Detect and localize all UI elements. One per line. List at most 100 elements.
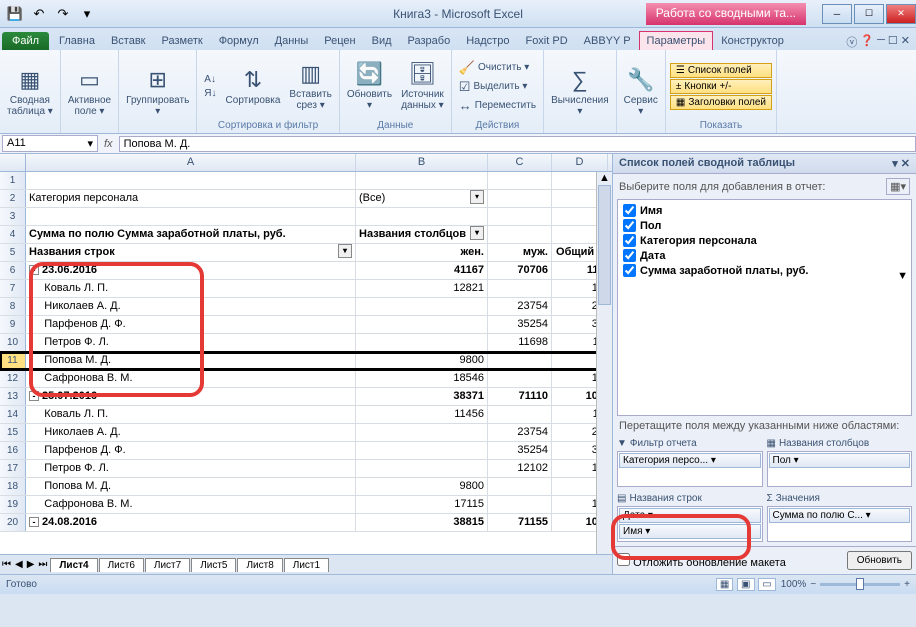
row-header[interactable]: 14	[0, 406, 26, 423]
name-box[interactable]: A11▾	[2, 135, 98, 152]
cell[interactable]: -24.08.2016	[26, 514, 356, 531]
chevron-down-icon[interactable]: ▾	[87, 137, 93, 150]
table-row[interactable]: 15 Николаев А. Д.2375423	[0, 424, 612, 442]
close-button[interactable]: ✕	[886, 4, 916, 24]
cell[interactable]	[488, 496, 552, 513]
cell[interactable]: 17115	[356, 496, 488, 513]
cell[interactable]: жен.	[356, 244, 488, 261]
cell[interactable]: 11456	[356, 406, 488, 423]
sheet-tab[interactable]: Лист6	[99, 558, 144, 572]
field-item[interactable]: Сумма заработной платы, руб.	[621, 263, 908, 278]
tab-nav-next[interactable]: ▶	[25, 559, 37, 570]
cell[interactable]: Сафронова В. М.	[26, 496, 356, 513]
cell[interactable]: 70706	[488, 262, 552, 279]
buttons-pm-button[interactable]: ±Кнопки +/-	[670, 79, 772, 94]
cell[interactable]: 18546	[356, 370, 488, 387]
sort-az-button[interactable]: А↓	[201, 73, 219, 86]
row-header[interactable]: 2	[0, 190, 26, 207]
table-row[interactable]: 5Названия строк▾жен.муж.Общий и	[0, 244, 612, 262]
table-row[interactable]: 2Категория персонала(Все)▾	[0, 190, 612, 208]
active-field-button[interactable]: ▭Активное поле ▾	[65, 65, 114, 119]
move-button[interactable]: ↔Переместить	[456, 97, 539, 114]
row-header[interactable]: 1	[0, 172, 26, 189]
cell[interactable]: Попова М. Д.	[26, 352, 356, 369]
zone-vals[interactable]: ΣЗначения Сумма по полю С... ▾	[767, 491, 913, 542]
layout-icon[interactable]: ▦▾	[886, 178, 910, 195]
cell[interactable]: Названия столбцов▾	[356, 226, 488, 243]
table-row[interactable]: 16 Парфенов Д. Ф.3525435	[0, 442, 612, 460]
pane-close-icon[interactable]: ✕	[901, 158, 910, 170]
col-header-c[interactable]: C	[488, 154, 552, 171]
select-all-corner[interactable]	[0, 154, 26, 171]
cell[interactable]	[356, 208, 488, 225]
row-header[interactable]: 4	[0, 226, 26, 243]
field-checkbox[interactable]	[623, 249, 636, 262]
table-row[interactable]: 13-25.07.20163837171110109	[0, 388, 612, 406]
field-item[interactable]: Имя	[621, 203, 908, 218]
row-header[interactable]: 3	[0, 208, 26, 225]
tab-pivot-design[interactable]: Конструктор	[713, 31, 792, 50]
group-button[interactable]: ⊞Группировать ▾	[123, 65, 192, 119]
ribbon-minimize-icon[interactable]: ⓥ	[846, 34, 857, 50]
refresh-button[interactable]: 🔄Обновить ▾	[344, 59, 395, 113]
table-row[interactable]: 3	[0, 208, 612, 226]
table-row[interactable]: 19 Сафронова В. М.1711517	[0, 496, 612, 514]
cell[interactable]: Парфенов Д. Ф.	[26, 316, 356, 333]
zoom-level[interactable]: 100%	[781, 579, 807, 590]
row-header[interactable]: 7	[0, 280, 26, 297]
row-header[interactable]: 8	[0, 298, 26, 315]
sheet-tab[interactable]: Лист7	[145, 558, 190, 572]
table-row[interactable]: 8 Николаев А. Д.2375423	[0, 298, 612, 316]
pill-filter[interactable]: Категория персо... ▾	[619, 453, 761, 468]
cell[interactable]	[356, 298, 488, 315]
cell[interactable]: Категория персонала	[26, 190, 356, 207]
cell[interactable]	[356, 172, 488, 189]
field-checkbox[interactable]	[623, 264, 636, 277]
row-header[interactable]: 15	[0, 424, 26, 441]
tab-file[interactable]: Файл	[2, 32, 49, 50]
cell[interactable]	[488, 352, 552, 369]
col-header-d[interactable]: D	[552, 154, 608, 171]
cell[interactable]: 35254	[488, 316, 552, 333]
cell[interactable]	[26, 208, 356, 225]
table-row[interactable]: 10 Петров Ф. Л.1169811	[0, 334, 612, 352]
zone-rows[interactable]: ▤Названия строк Дата ▾ Имя ▾	[617, 491, 763, 542]
row-header[interactable]: 13	[0, 388, 26, 405]
fx-icon[interactable]: fx	[98, 138, 119, 150]
row-header[interactable]: 10	[0, 334, 26, 351]
field-checkbox[interactable]	[623, 219, 636, 232]
cell[interactable]: Сафронова В. М.	[26, 370, 356, 387]
cell[interactable]: Попова М. Д.	[26, 478, 356, 495]
pivot-table-button[interactable]: ▦Сводная таблица ▾	[4, 65, 56, 119]
row-header[interactable]: 11	[0, 352, 26, 369]
cell[interactable]: 12821	[356, 280, 488, 297]
filter-drop-icon[interactable]: ▾	[470, 226, 484, 240]
sort-button[interactable]: ⇅Сортировка	[223, 65, 284, 108]
cell[interactable]: 38371	[356, 388, 488, 405]
field-checkbox[interactable]	[623, 204, 636, 217]
col-header-a[interactable]: A	[26, 154, 356, 171]
cell[interactable]: Николаев А. Д.	[26, 424, 356, 441]
tab-review[interactable]: Рецен	[316, 31, 363, 50]
cell[interactable]: 38815	[356, 514, 488, 531]
fieldlist-button[interactable]: ☰Список полей	[670, 63, 772, 78]
tab-pivot-options[interactable]: Параметры	[639, 31, 714, 50]
table-row[interactable]: 18 Попова М. Д.98009	[0, 478, 612, 496]
row-header[interactable]: 5	[0, 244, 26, 261]
expand-icon[interactable]: -	[29, 517, 39, 527]
save-icon[interactable]: 💾	[4, 3, 26, 25]
field-item[interactable]: Дата	[621, 248, 908, 263]
zoom-slider[interactable]	[820, 583, 900, 586]
view-layout-icon[interactable]: ▣	[737, 578, 754, 591]
table-row[interactable]: 14 Коваль Л. П.1145611	[0, 406, 612, 424]
tab-formulas[interactable]: Формул	[211, 31, 267, 50]
tab-nav-first[interactable]: ⏮	[0, 559, 13, 570]
tab-view[interactable]: Вид	[364, 31, 400, 50]
cell[interactable]: 71155	[488, 514, 552, 531]
defer-checkbox[interactable]: Отложить обновление макета	[617, 553, 786, 569]
cell[interactable]	[488, 478, 552, 495]
cell[interactable]: Коваль Л. П.	[26, 280, 356, 297]
view-pagebreak-icon[interactable]: ▭	[758, 578, 775, 591]
cell[interactable]: 23754	[488, 424, 552, 441]
cell[interactable]: 9800	[356, 478, 488, 495]
